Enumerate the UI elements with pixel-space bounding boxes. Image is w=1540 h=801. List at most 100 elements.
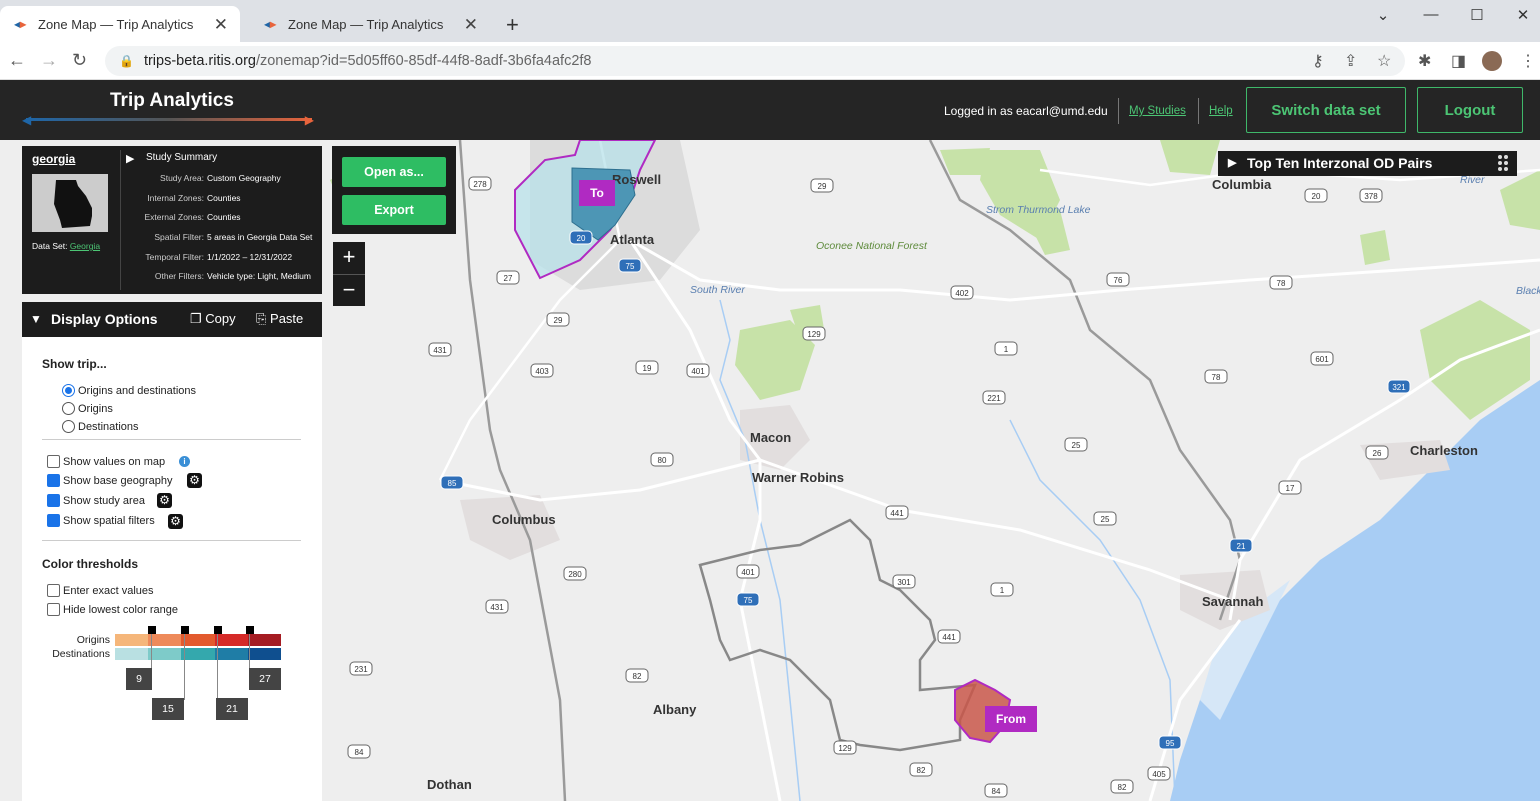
new-tab-icon[interactable]: + xyxy=(506,12,519,38)
study-summary-panel: georgia Data Set: Georgia ▶ Study Summar… xyxy=(22,146,322,294)
svg-text:301: 301 xyxy=(897,578,911,587)
arrow-right-icon: ▶ xyxy=(304,113,314,127)
bookmark-star-icon[interactable]: ☆ xyxy=(1377,51,1391,71)
threshold-value[interactable]: 27 xyxy=(249,668,281,690)
close-tab-icon[interactable]: ✕ xyxy=(464,15,478,35)
reload-icon[interactable]: ↻ xyxy=(72,50,87,71)
color-swatch xyxy=(148,648,182,660)
route-shield: 601 xyxy=(1310,351,1334,366)
minimize-icon[interactable]: — xyxy=(1416,6,1446,23)
paste-button[interactable]: ⎘ Paste xyxy=(256,311,303,327)
open-as-button[interactable]: Open as... xyxy=(342,157,446,187)
threshold-handle[interactable] xyxy=(148,626,156,634)
dataset-link[interactable]: Georgia xyxy=(70,241,100,251)
top-ten-od-pairs-panel[interactable]: ▶ Top Ten Interzonal OD Pairs xyxy=(1218,151,1517,176)
radio-origins[interactable]: Origins xyxy=(62,402,113,415)
share-icon[interactable]: ⇪ xyxy=(1344,51,1357,71)
checkbox-enter-exact-values[interactable]: Enter exact values xyxy=(47,584,154,597)
url-field[interactable]: 🔒 trips-beta.ritis.org/zonemap?id=5d05ff… xyxy=(105,46,1405,76)
route-shield: 82 xyxy=(909,762,933,777)
export-button[interactable]: Export xyxy=(342,195,446,225)
svg-text:441: 441 xyxy=(890,509,904,518)
extensions-icon[interactable]: ✱ xyxy=(1418,51,1431,71)
side-panel-icon[interactable]: ◨ xyxy=(1451,51,1466,71)
checkbox-show-spatial-filters[interactable]: Show spatial filters xyxy=(47,514,155,527)
threshold-value[interactable]: 9 xyxy=(126,668,152,690)
url-path: /zonemap?id=5d05ff60-85df-44f8-8adf-3b6f… xyxy=(255,53,592,69)
threshold-value[interactable]: 15 xyxy=(152,698,184,720)
route-shield: 17 xyxy=(1278,480,1302,495)
summary-label: Spatial Filter: xyxy=(154,232,204,242)
svg-text:1: 1 xyxy=(1000,586,1005,595)
switch-data-set-button[interactable]: Switch data set xyxy=(1246,87,1406,133)
checkbox-show-base-geography[interactable]: Show base geography xyxy=(47,474,172,487)
info-icon[interactable]: i xyxy=(179,456,190,467)
help-link[interactable]: Help xyxy=(1209,105,1233,117)
route-shield: 129 xyxy=(833,740,857,755)
threshold-value[interactable]: 21 xyxy=(216,698,248,720)
checkbox-show-values-on-map[interactable]: Show values on map xyxy=(47,455,165,468)
svg-text:1: 1 xyxy=(1004,345,1009,354)
gear-icon[interactable]: ⚙ xyxy=(187,473,202,488)
radio-origins-and-destinations[interactable]: Origins and destinations xyxy=(62,384,196,397)
copy-button[interactable]: ❐ Copy xyxy=(190,311,236,327)
zoom-out-button[interactable]: − xyxy=(333,274,365,306)
paste-icon: ⎘ xyxy=(256,311,267,326)
route-shield: 25 xyxy=(1064,437,1088,452)
route-shield: 82 xyxy=(625,668,649,683)
logout-button[interactable]: Logout xyxy=(1417,87,1523,133)
close-window-icon[interactable]: ✕ xyxy=(1508,6,1538,24)
display-options-header[interactable]: ▼ Display Options ❐ Copy ⎘ Paste xyxy=(22,302,322,337)
browser-tab[interactable]: ◂▸ Zone Map — Trip Analytics ✕ xyxy=(250,6,490,42)
color-swatch xyxy=(247,634,282,646)
app-header: Trip Analytics ◀ ▶ Logged in as eacarl@u… xyxy=(0,80,1540,140)
expand-triangle-icon[interactable]: ▶ xyxy=(126,152,134,165)
show-trip-heading: Show trip... xyxy=(42,357,107,371)
city-label: Charleston xyxy=(1410,443,1478,458)
profile-avatar[interactable] xyxy=(1482,51,1502,71)
svg-text:601: 601 xyxy=(1315,355,1329,364)
svg-text:401: 401 xyxy=(741,568,755,577)
expand-triangle-icon[interactable]: ▶ xyxy=(1228,156,1236,169)
app-logo[interactable]: Trip Analytics ◀ ▶ xyxy=(22,88,314,132)
summary-value: Counties xyxy=(207,193,241,203)
radio-destinations[interactable]: Destinations xyxy=(62,420,139,433)
display-options-title: Display Options xyxy=(51,311,158,327)
checkbox-show-study-area[interactable]: Show study area xyxy=(47,494,145,507)
study-name-link[interactable]: georgia xyxy=(32,152,75,166)
my-studies-link[interactable]: My Studies xyxy=(1129,105,1186,117)
zone-to-tag[interactable]: To xyxy=(579,180,615,206)
collapse-triangle-icon[interactable]: ▼ xyxy=(30,312,42,326)
gear-icon[interactable]: ⚙ xyxy=(168,514,183,529)
route-shield: 231 xyxy=(349,661,373,676)
tab-search-icon[interactable]: ⌄ xyxy=(1368,6,1398,24)
back-icon[interactable]: ← xyxy=(8,50,26,71)
key-icon[interactable]: ⚷ xyxy=(1312,51,1324,71)
maximize-icon[interactable]: ☐ xyxy=(1462,6,1492,24)
drag-handle-icon[interactable] xyxy=(1497,154,1509,172)
zone-from-tag[interactable]: From xyxy=(985,706,1037,732)
checkbox-label: Show study area xyxy=(63,494,145,507)
menu-icon[interactable]: ⋮ xyxy=(1520,51,1536,71)
route-shield: 441 xyxy=(937,629,961,644)
zoom-in-button[interactable]: + xyxy=(333,242,365,274)
summary-value: 1/1/2022 – 12/31/2022 xyxy=(207,252,293,262)
threshold-handle[interactable] xyxy=(181,626,189,634)
tab-title: Zone Map — Trip Analytics xyxy=(288,16,444,32)
route-shield: 21 xyxy=(1229,538,1253,553)
checkbox-label: Show base geography xyxy=(63,474,173,487)
gear-icon[interactable]: ⚙ xyxy=(157,493,172,508)
summary-label: Internal Zones: xyxy=(147,193,204,203)
svg-text:85: 85 xyxy=(448,479,457,488)
browser-tab-active[interactable]: ◂▸ Zone Map — Trip Analytics ✕ xyxy=(0,6,240,42)
action-panel: Open as... Export xyxy=(332,146,456,234)
threshold-handle[interactable] xyxy=(214,626,222,634)
forward-icon[interactable]: → xyxy=(40,50,58,71)
trip-analytics-favicon-icon: ◂▸ xyxy=(14,17,27,31)
svg-text:231: 231 xyxy=(354,665,368,674)
checkbox-label: Show values on map xyxy=(63,455,166,468)
close-tab-icon[interactable]: ✕ xyxy=(214,15,228,35)
threshold-handle[interactable] xyxy=(246,626,254,634)
route-shield: 85 xyxy=(440,475,464,490)
checkbox-hide-lowest-color-range[interactable]: Hide lowest color range xyxy=(47,603,178,616)
